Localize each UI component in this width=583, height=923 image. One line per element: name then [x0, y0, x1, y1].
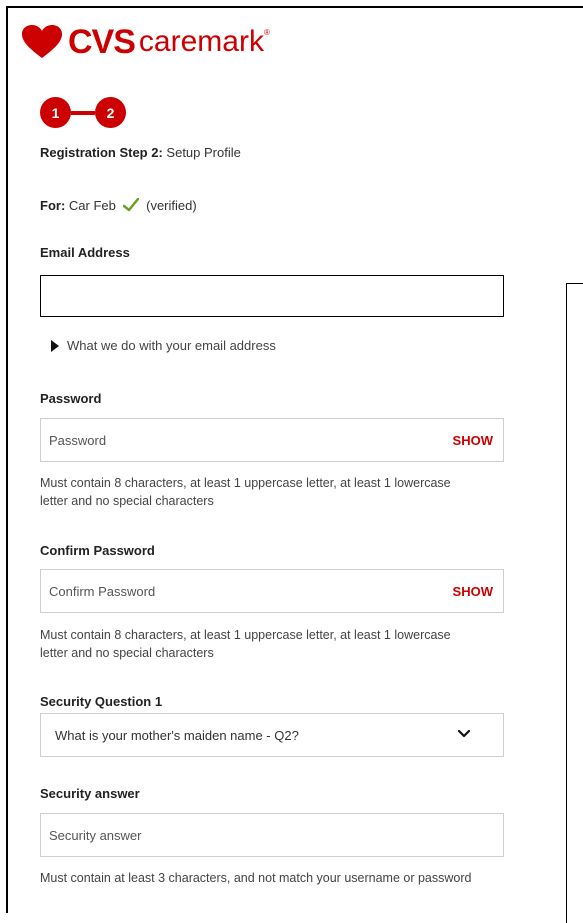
verified-user-line: For: Car Feb (verified): [40, 197, 197, 215]
verified-status: (verified): [146, 198, 197, 213]
cvs-caremark-logo: CVS caremark ®: [22, 24, 270, 60]
side-panel-edge: [566, 283, 583, 923]
security-answer-input[interactable]: Security answer: [40, 813, 504, 857]
email-input[interactable]: [40, 275, 504, 317]
password-label: Password: [40, 391, 102, 406]
confirm-password-show-button[interactable]: SHOW: [453, 584, 493, 599]
security-answer-placeholder: Security answer: [49, 827, 142, 843]
heart-icon: [22, 25, 62, 59]
registration-step-heading: Registration Step 2: Setup Profile: [40, 145, 241, 160]
chevron-down-icon: [457, 726, 471, 744]
email-label: Email Address: [40, 245, 130, 260]
security-question-select[interactable]: What is your mother's maiden name - Q2?: [40, 713, 504, 757]
confirm-password-placeholder: Confirm Password: [49, 583, 156, 599]
registered-mark: ®: [263, 28, 270, 37]
step-title: Setup Profile: [166, 145, 241, 160]
brand-cvs: CVS: [68, 23, 136, 61]
brand-caremark: caremark: [138, 25, 264, 58]
security-question-value: What is your mother's maiden name - Q2?: [55, 727, 299, 743]
password-help-text: Must contain 8 characters, at least 1 up…: [40, 476, 451, 508]
security-question-label: Security Question 1: [40, 694, 163, 709]
confirm-password-help-text: Must contain 8 characters, at least 1 up…: [40, 628, 451, 660]
password-show-button[interactable]: SHOW: [453, 433, 493, 448]
step-1-indicator: 1: [40, 97, 71, 128]
step-2-indicator: 2: [95, 97, 126, 128]
security-answer-help-text: Must contain at least 3 characters, and …: [40, 871, 472, 885]
step-prefix: Registration Step 2:: [40, 145, 163, 160]
security-answer-label: Security answer: [40, 786, 140, 801]
registration-stepper: 1 2: [40, 97, 126, 128]
step-connector: [71, 110, 95, 115]
checkmark-icon: [122, 197, 139, 215]
for-label: For:: [40, 198, 66, 213]
confirm-password-input[interactable]: Confirm Password SHOW: [40, 569, 504, 613]
password-placeholder: Password: [49, 432, 107, 448]
triangle-right-icon: [51, 339, 59, 352]
user-name: Car Feb: [68, 198, 116, 213]
confirm-password-label: Confirm Password: [40, 543, 155, 558]
password-input[interactable]: Password SHOW: [40, 418, 504, 462]
email-disclosure-text: What we do with your email address: [67, 338, 276, 353]
email-disclosure-toggle[interactable]: What we do with your email address: [51, 338, 276, 353]
